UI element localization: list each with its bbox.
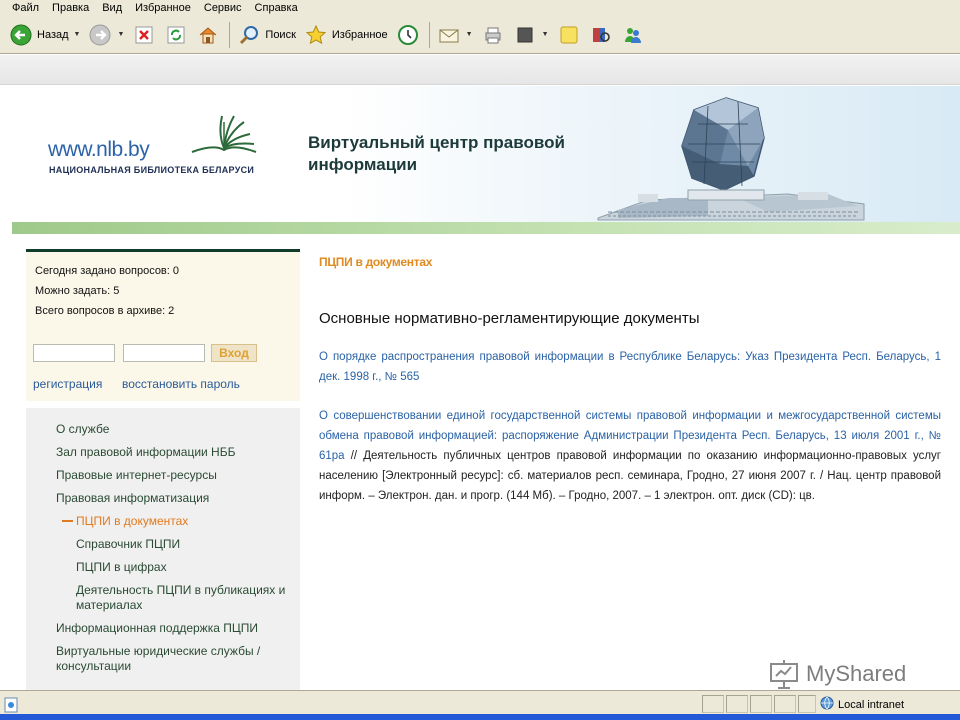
nav-legal-internet-resources[interactable]: Правовые интернет-ресурсы [56,468,292,483]
print-button[interactable] [478,20,508,50]
menu-file[interactable]: Файл [12,2,39,14]
messenger-icon [621,23,645,47]
watermark-text: MyShared [806,661,907,686]
site-title-line2: информации [308,155,418,174]
status-cell [774,695,796,713]
mail-icon [437,23,461,47]
nav-pcpi-documents[interactable]: ПЦПИ в документах [76,514,290,529]
stop-button[interactable] [129,20,159,50]
favorites-star-icon [304,23,328,47]
forward-button[interactable]: ▼ [85,20,127,50]
nav-about[interactable]: О службе [56,422,292,437]
globe-icon [820,696,834,713]
search-label: Поиск [265,28,296,41]
mail-dropdown-icon[interactable]: ▼ [466,31,473,38]
zone-label: Local intranet [838,698,905,711]
stat-today: Сегодня задано вопросов: 0 [35,265,180,277]
stat-can-ask: Можно задать: 5 [35,285,120,297]
document-item: О порядке распространения правовой инфор… [319,347,941,387]
favorites-label: Избранное [331,28,388,41]
edit-dropdown-icon[interactable]: ▼ [542,31,549,38]
register-link[interactable]: регистрация [33,377,102,391]
menu-help[interactable]: Справка [255,2,298,14]
stat-archive: Всего вопросов в архиве: 2 [35,305,175,317]
print-icon [481,23,505,47]
watermark: MyShared [768,658,906,690]
search-button[interactable]: Поиск [234,20,298,50]
taskbar-edge [0,714,960,720]
menu-tools[interactable]: Сервис [204,2,242,14]
notes-button[interactable] [554,20,584,50]
document-citation: // Деятельность публичных центров правов… [319,450,941,502]
history-icon [396,23,420,47]
search-icon [237,23,261,47]
refresh-icon [164,23,188,47]
address-bar-area [0,55,960,85]
status-cell [798,695,816,713]
nav-pcpi-directory[interactable]: Справочник ПЦПИ [76,537,290,552]
library-building-image [588,94,870,227]
status-cell [726,695,748,713]
stop-icon [132,23,156,47]
book-logo-icon [188,108,260,165]
research-icon [589,23,613,47]
nav-pcpi-figures[interactable]: ПЦПИ в цифрах [76,560,290,575]
menu-favorites[interactable]: Избранное [135,2,191,14]
toolbar-separator [428,21,430,48]
refresh-button[interactable] [161,20,191,50]
forward-arrow-icon [88,23,112,47]
toolbar: Назад ▼ ▼ Поиск Избранное ▼ ▼ [0,16,960,54]
nav-legal-informatization[interactable]: Правовая информатизация [56,491,292,506]
back-dropdown-icon[interactable]: ▼ [74,31,81,38]
forward-dropdown-icon[interactable]: ▼ [117,31,124,38]
page-heading: Основные нормативно-регламентирующие док… [319,310,700,327]
home-button[interactable] [193,20,223,50]
edit-button[interactable]: ▼ [510,20,552,50]
nav-info-support[interactable]: Информационная поддержка ПЦПИ [56,621,292,636]
back-label: Назад [37,28,69,41]
document-item: О совершенствовании единой государственн… [319,406,941,506]
nav-virtual-legal-services[interactable]: Виртуальные юридические службы / консуль… [56,644,292,674]
status-cell [750,695,772,713]
site-title: Виртуальный центр правовой информации [308,132,565,176]
password-field[interactable] [123,344,205,362]
back-arrow-icon [9,23,33,47]
site-title-line1: Виртуальный центр правовой [308,133,565,152]
mail-button[interactable]: ▼ [434,20,476,50]
login-field[interactable] [33,344,115,362]
toolbar-separator [229,21,231,48]
menu-edit[interactable]: Правка [52,2,89,14]
question-stats-panel: Сегодня задано вопросов: 0 Можно задать:… [26,249,300,401]
favorites-button[interactable]: Избранное [301,20,391,50]
sidebar-nav: О службе Зал правовой информации НББ Пра… [26,408,300,690]
research-button[interactable] [586,20,616,50]
history-button[interactable] [393,20,423,50]
document-link[interactable]: О порядке распространения правовой инфор… [319,351,941,383]
page-viewport: www.nlb.by НАЦИОНАЛЬНАЯ БИБЛИОТЕКА БЕЛАР… [0,86,960,690]
menu-view[interactable]: Вид [102,2,122,14]
breadcrumb: ПЦПИ в документах [319,255,433,269]
home-icon [196,23,220,47]
status-cell [702,695,724,713]
presentation-icon [770,660,798,689]
edit-icon [513,23,537,47]
security-zone[interactable]: Local intranet [820,696,904,713]
messenger-button[interactable] [618,20,648,50]
restore-password-link[interactable]: восстановить пароль [122,377,240,391]
login-button[interactable]: Вход [211,344,257,362]
menu-bar: Файл Правка Вид Избранное Сервис Справка [0,0,960,16]
nav-active-marker [62,520,73,522]
nav-pcpi-publications[interactable]: Деятельность ПЦПИ в публикациях и матери… [76,583,290,613]
back-button[interactable]: Назад ▼ [6,20,83,50]
nav-legal-hall[interactable]: Зал правовой информации НББ [56,445,292,460]
logo-url[interactable]: www.nlb.by [48,138,150,162]
notes-icon [557,23,581,47]
logo-subtitle: НАЦИОНАЛЬНАЯ БИБЛИОТЕКА БЕЛАРУСИ [49,165,255,175]
